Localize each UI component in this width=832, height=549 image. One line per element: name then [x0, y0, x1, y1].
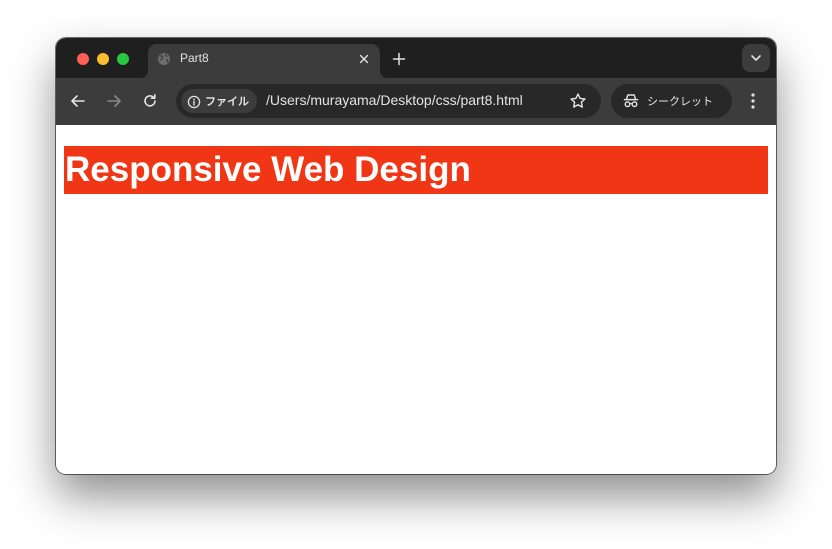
window-maximize-button[interactable] — [117, 53, 129, 65]
tab-title: Part8 — [180, 51, 209, 65]
globe-icon — [157, 51, 171, 65]
site-info-chip[interactable]: ファイル — [181, 89, 257, 113]
url-text[interactable]: /Users/murayama/Desktop/css/part8.html — [266, 92, 523, 108]
close-icon[interactable] — [357, 51, 371, 65]
window-close-button[interactable] — [77, 53, 89, 65]
incognito-label: シークレット — [647, 95, 713, 108]
incognito-button[interactable]: シークレット — [611, 84, 732, 118]
page-content: Responsive Web Design — [56, 125, 776, 474]
arrow-right-icon[interactable] — [105, 92, 123, 110]
kebab-menu-icon[interactable] — [744, 91, 762, 111]
toolbar: ファイル /Users/murayama/Desktop/css/part8.h… — [56, 78, 776, 125]
reload-icon[interactable] — [141, 92, 159, 110]
address-bar[interactable]: ファイル /Users/murayama/Desktop/css/part8.h… — [176, 84, 601, 118]
arrow-left-icon[interactable] — [69, 92, 87, 110]
star-icon[interactable] — [569, 92, 587, 110]
tab-strip: Part8 — [56, 38, 776, 78]
info-icon — [187, 94, 201, 109]
chip-label: ファイル — [205, 95, 249, 108]
incognito-icon — [622, 92, 640, 110]
page-heading: Responsive Web Design — [64, 146, 768, 194]
chevron-down-icon — [751, 55, 761, 61]
tab-search-button[interactable] — [742, 44, 770, 72]
tab-part8[interactable]: Part8 — [140, 44, 388, 78]
plus-icon[interactable] — [392, 51, 406, 66]
browser-window: Part8 ファイル /Users/murayama/Desktop/css/p… — [56, 38, 776, 474]
window-minimize-button[interactable] — [97, 53, 109, 65]
